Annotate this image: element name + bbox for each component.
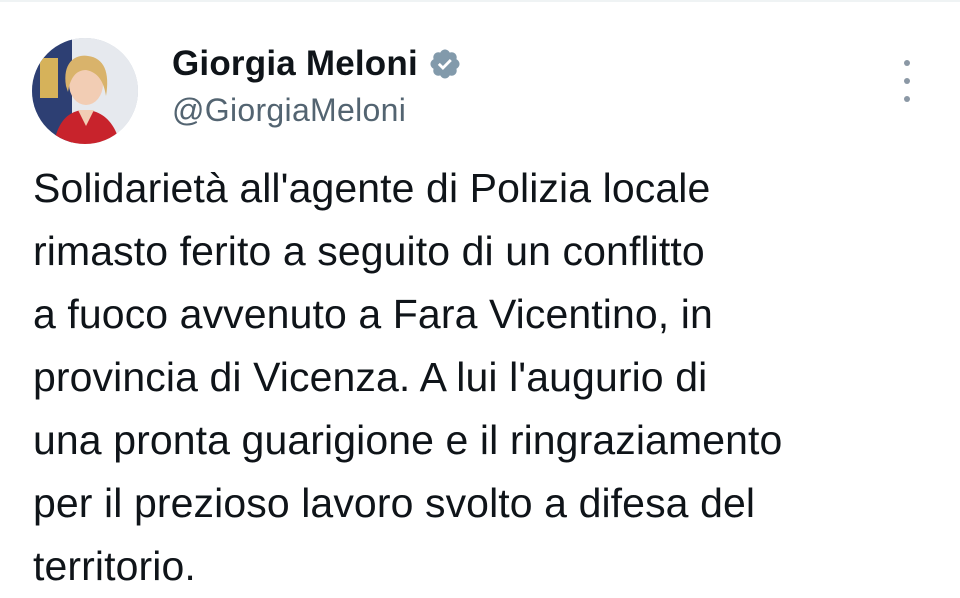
more-vertical-icon-dot (904, 96, 910, 102)
tweet-text-line: provincia di Vicenza. A lui l'augurio di (33, 354, 708, 400)
avatar-image (32, 38, 138, 144)
tweet-text: Solidarietà all'agente di Polizia locale… (33, 157, 933, 598)
tweet-text-line: per il prezioso lavoro svolto a difesa d… (33, 480, 756, 526)
tweet-text-line: una pronta guarigione e il ringraziament… (33, 417, 783, 463)
tweet-text-line: territorio. (33, 543, 196, 589)
avatar[interactable] (32, 38, 138, 144)
more-vertical-icon-dot (904, 78, 910, 84)
tweet-text-line: a fuoco avvenuto a Fara Vicentino, in (33, 291, 713, 337)
tweet-card: Giorgia Meloni @GiorgiaMeloni Solidariet… (0, 0, 960, 596)
handle[interactable]: @GiorgiaMeloni (172, 92, 462, 129)
display-name[interactable]: Giorgia Meloni (172, 44, 418, 84)
name-row: Giorgia Meloni (172, 40, 462, 88)
author-block: Giorgia Meloni @GiorgiaMeloni (172, 40, 462, 129)
divider (0, 0, 960, 2)
more-options-button[interactable] (894, 60, 920, 102)
tweet-text-line: Solidarietà all'agente di Polizia locale (33, 165, 711, 211)
tweet-text-line: rimasto ferito a seguito di un conflitto (33, 228, 705, 274)
verified-badge-icon (428, 47, 462, 81)
more-vertical-icon (904, 60, 910, 66)
